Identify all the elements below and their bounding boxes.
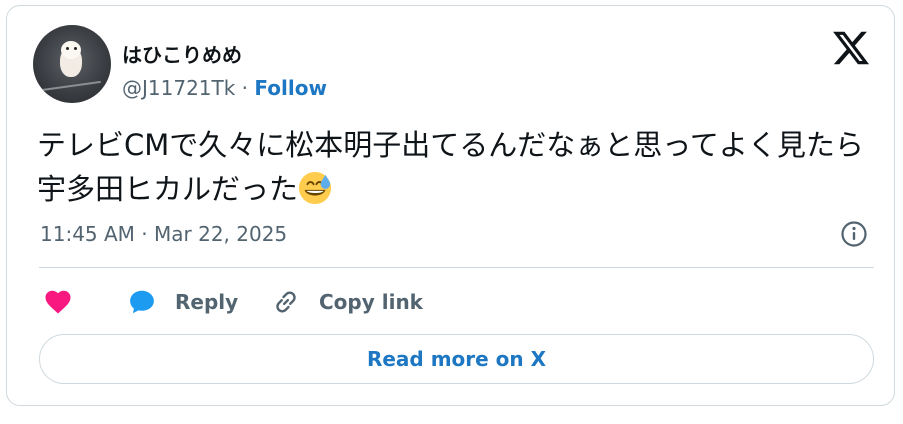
tweet-text: テレビCMで久々に松本明子出てるんだなぁと思ってよく見たら宇多田ヒカルだった <box>37 123 877 211</box>
handle-separator: · <box>235 76 255 100</box>
author-handle-row: @J11721Tk · Follow <box>122 76 327 100</box>
reply-button[interactable]: Reply <box>127 284 238 320</box>
avatar-dog-eye <box>74 47 77 50</box>
read-more-button[interactable]: Read more on X <box>39 334 874 384</box>
author-display-name[interactable]: はひこりめめ <box>122 39 242 68</box>
heart-icon <box>45 290 71 314</box>
avatar-dog-head <box>61 41 81 59</box>
action-bar: Reply Copy link <box>43 284 863 320</box>
avatar[interactable] <box>33 25 111 103</box>
tweet-body: テレビCMで久々に松本明子出てるんだなぁと思ってよく見たら宇多田ヒカルだった <box>37 128 864 206</box>
author-handle[interactable]: @J11721Tk <box>122 76 235 100</box>
tweet-embed-card: はひこりめめ @J11721Tk · Follow テレビCMで久々に松本明子出… <box>6 5 895 406</box>
reply-bubble-icon <box>130 290 154 314</box>
copy-link-button[interactable]: Copy link <box>271 284 423 320</box>
follow-button[interactable]: Follow <box>254 76 327 100</box>
info-icon[interactable] <box>839 219 869 249</box>
copy-link-label: Copy link <box>319 290 423 314</box>
grinning-face-with-sweat-icon <box>298 171 332 205</box>
link-icon <box>276 291 296 313</box>
reply-label: Reply <box>175 290 239 314</box>
divider <box>39 267 874 268</box>
avatar-background-line <box>41 80 101 92</box>
avatar-dog-eye <box>66 47 69 50</box>
x-logo-icon[interactable] <box>831 28 871 68</box>
like-button[interactable] <box>43 284 73 320</box>
tweet-timestamp[interactable]: 11:45 AM · Mar 22, 2025 <box>40 222 287 246</box>
